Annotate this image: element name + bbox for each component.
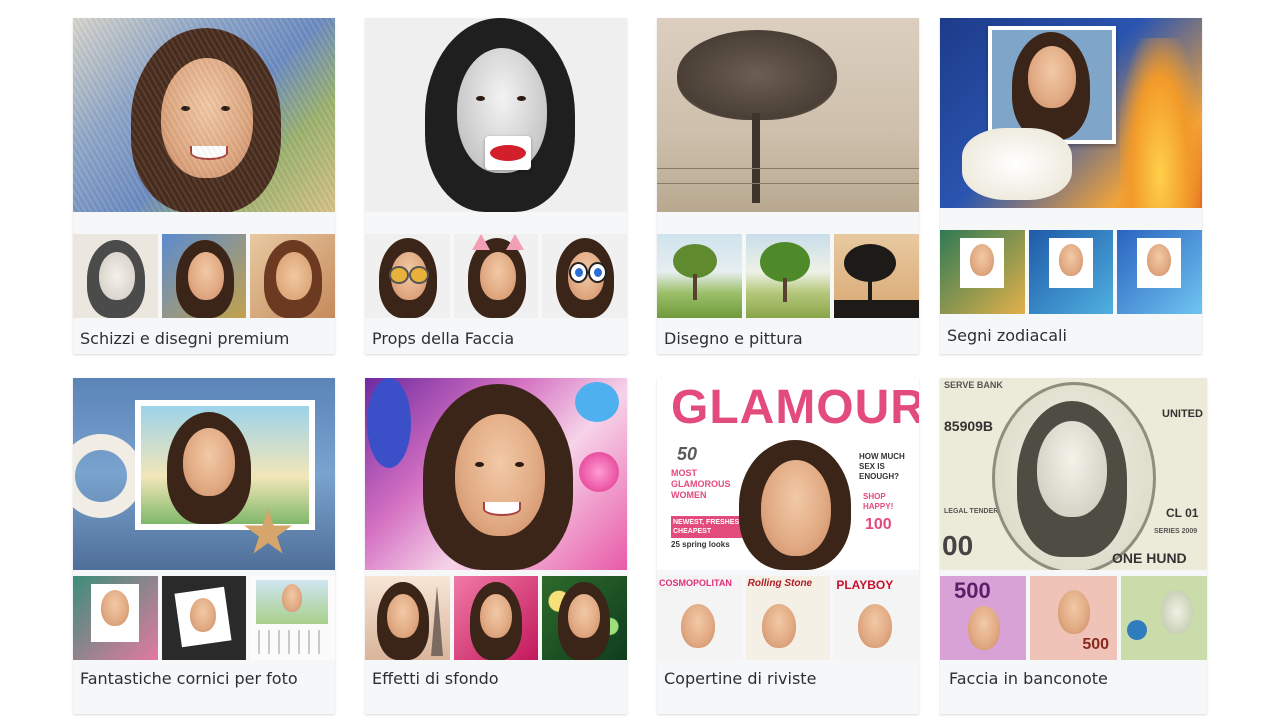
card-label: Segni zodiacali: [947, 326, 1067, 345]
photo-frames-preview-image: [73, 378, 335, 570]
zodiac-preview-image: [940, 18, 1202, 208]
cartoon-eyes-variant[interactable]: [542, 234, 627, 318]
silhouette-variant[interactable]: [834, 234, 919, 318]
sepia-sketch-variant[interactable]: [250, 234, 335, 318]
effects-category-grid: Schizzi e disegni premium Props della Fa…: [0, 0, 1280, 720]
background-effects-preview-image: [365, 378, 627, 570]
drawing-painting-variants: [657, 234, 919, 318]
drawing-painting-preview-image: [657, 18, 919, 212]
card-background-effects[interactable]: Effetti di sfondo: [365, 378, 627, 714]
playboy-cover-variant[interactable]: PLAYBOY: [834, 576, 919, 660]
card-drawing-painting[interactable]: Disegno e pittura: [657, 18, 919, 354]
magazine-cover-variants: COSMOPOLITAN Rolling Stone PLAYBOY: [657, 576, 919, 660]
cosmopolitan-cover-variant[interactable]: COSMOPOLITAN: [657, 576, 742, 660]
card-label: Schizzi e disegni premium: [80, 329, 290, 348]
magazine-title: GLAMOUR: [671, 381, 919, 434]
banknote-top-text: SERVE BANK: [944, 380, 1003, 390]
banknote-500-label: 500: [1082, 636, 1110, 653]
zodiac-variant-3[interactable]: [1117, 230, 1202, 314]
card-premium-sketches[interactable]: Schizzi e disegni premium: [73, 18, 335, 354]
bokeh-background-variant[interactable]: [542, 576, 627, 660]
cosmopolitan-title: COSMOPOLITAN: [659, 578, 732, 588]
magazine-newest-text: NEWEST, FRESHEST, CHEAPEST: [671, 516, 747, 538]
banknote-portrait-oval: [992, 382, 1156, 570]
watercolor-variant[interactable]: [657, 234, 742, 318]
purple-banknote-variant[interactable]: 500: [940, 576, 1027, 660]
lifebuoy-illustration: [73, 434, 143, 518]
rolling-stone-cover-variant[interactable]: Rolling Stone: [745, 576, 831, 660]
pencil-sketch-variant[interactable]: [73, 234, 158, 318]
butterfly-illustration: [367, 378, 411, 468]
color-sketch-variant[interactable]: [161, 234, 247, 318]
banknote-series: SERIES 2009: [1154, 528, 1198, 535]
magazine-cover-preview-image: GLAMOUR 50 MOST GLAMOROUS WOMEN NEWEST, …: [657, 378, 919, 570]
fire-illustration: [1120, 38, 1200, 208]
hearts-background-variant[interactable]: [453, 576, 539, 660]
face-props-variants: [365, 234, 627, 318]
card-zodiac-signs[interactable]: Segni zodiacali: [940, 18, 1202, 354]
paris-background-variant[interactable]: [365, 576, 450, 660]
card-label: Faccia in banconote: [949, 669, 1108, 688]
card-label: Copertine di riviste: [664, 669, 817, 688]
magazine-issue: 50: [677, 444, 698, 464]
rolling-stone-title: Rolling Stone: [747, 578, 813, 589]
banknote-states-text: UNITED: [1162, 408, 1203, 420]
banknote-variants: 500 500: [940, 576, 1207, 660]
card-label: Fantastiche cornici per foto: [80, 669, 298, 688]
face-props-preview-image: [365, 18, 627, 212]
magazine-deals-text: 100: [865, 516, 892, 533]
cat-ears-variant[interactable]: [453, 234, 539, 318]
red-banknote-variant[interactable]: 500: [1030, 576, 1117, 660]
zodiac-variant-2[interactable]: [1028, 230, 1114, 314]
background-effects-variants: [365, 576, 627, 660]
card-face-props[interactable]: Props della Faccia: [365, 18, 627, 354]
flower-frame-variant[interactable]: [73, 576, 158, 660]
card-photo-frames[interactable]: Fantastiche cornici per foto: [73, 378, 335, 714]
camera-frame-variant[interactable]: [161, 576, 247, 660]
card-label: Props della Faccia: [372, 329, 515, 348]
magazine-cover-left-text: MOST GLAMOROUS WOMEN: [671, 468, 731, 500]
lips-prop: [485, 136, 531, 170]
sunglasses-variant[interactable]: [365, 234, 450, 318]
green-banknote-variant[interactable]: [1120, 576, 1207, 660]
photo-frame: [988, 26, 1116, 144]
banknote-left-amount: 00: [942, 530, 974, 561]
premium-sketch-variants: [73, 234, 335, 318]
flower-illustration: [579, 452, 619, 492]
premium-sketch-preview-image: [73, 18, 335, 212]
zodiac-variant-1[interactable]: [940, 230, 1025, 314]
magazine-cover-right-text: HOW MUCH SEX IS ENOUGH?: [859, 452, 905, 481]
butterfly-illustration: [575, 382, 619, 422]
photo-frames-variants: [73, 576, 335, 660]
card-label: Disegno e pittura: [664, 329, 803, 348]
playboy-title: PLAYBOY: [836, 578, 894, 592]
tree-illustration: [677, 30, 837, 120]
card-banknote-faces[interactable]: SERVE BANK 85909B LEGAL TENDER 00 UNITED…: [940, 378, 1207, 714]
banknote-serial: 85909B: [944, 418, 994, 434]
card-label: Effetti di sfondo: [372, 669, 499, 688]
magazine-spring-text: 25 spring looks: [671, 540, 730, 549]
zodiac-variants: [940, 230, 1202, 314]
banknote-denomination-text: ONE HUND: [1112, 550, 1187, 566]
calendar-frame-variant[interactable]: [250, 576, 335, 660]
magazine-shop-text: SHOP HAPPY!: [863, 492, 894, 511]
oil-painting-variant[interactable]: [745, 234, 831, 318]
banknote-preview-image: SERVE BANK 85909B LEGAL TENDER 00 UNITED…: [940, 378, 1207, 570]
ram-illustration: [962, 128, 1072, 200]
banknote-code: CL 01: [1166, 506, 1199, 520]
banknote-500-label: 500: [954, 578, 991, 603]
photo-frame: [135, 400, 315, 530]
card-magazine-covers[interactable]: GLAMOUR 50 MOST GLAMOROUS WOMEN NEWEST, …: [657, 378, 919, 714]
banknote-legal-text: LEGAL TENDER: [944, 508, 999, 515]
